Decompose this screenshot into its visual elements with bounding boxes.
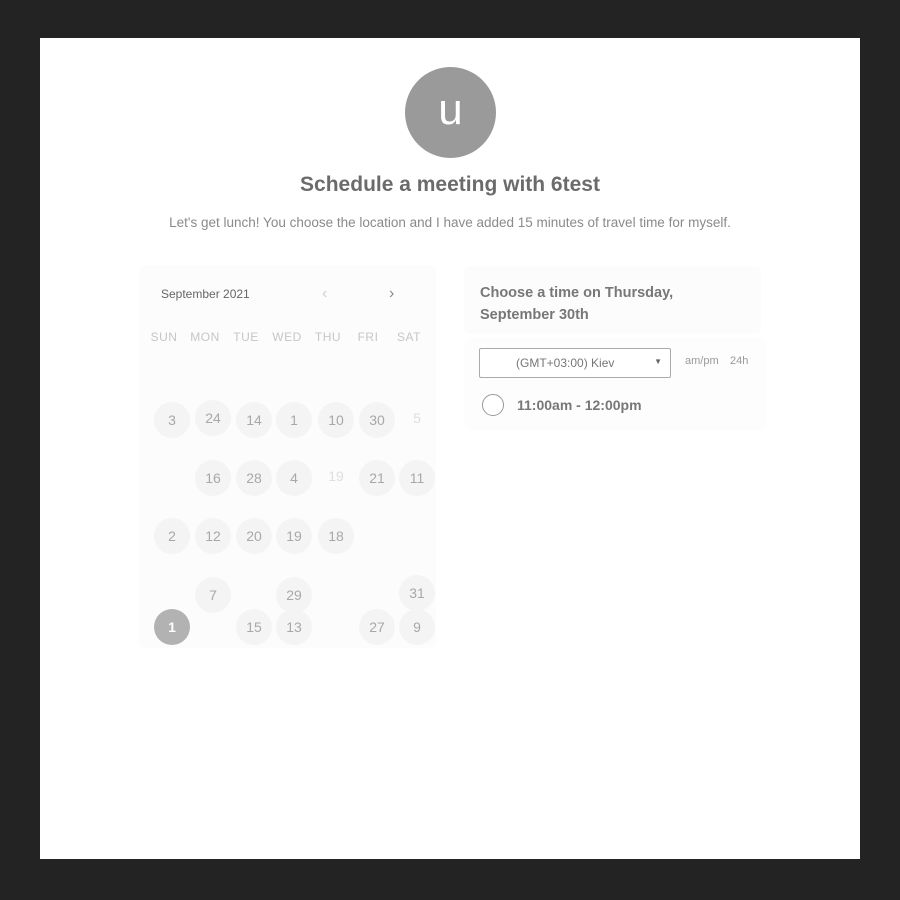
calendar-day[interactable]: 2	[154, 518, 190, 554]
calendar-day[interactable]: 18	[318, 518, 354, 554]
calendar-day[interactable]: 19	[276, 518, 312, 554]
weekday-sat: SAT	[397, 330, 421, 344]
calendar-day[interactable]: 7	[195, 577, 231, 613]
calendar-day[interactable]: 13	[276, 609, 312, 645]
scheduling-card: u Schedule a meeting with 6test Let's ge…	[40, 38, 860, 859]
format-24h-toggle[interactable]: 24h	[730, 355, 748, 367]
calendar-day[interactable]: 21	[359, 460, 395, 496]
timezone-select[interactable]: (GMT+03:00) Kiev ▼	[479, 348, 671, 378]
weekday-wed: WED	[272, 330, 302, 344]
calendar-day-selected[interactable]: 1	[154, 609, 190, 645]
calendar-day[interactable]: 30	[359, 402, 395, 438]
calendar-day-empty	[359, 577, 395, 613]
weekday-mon: MON	[190, 330, 220, 344]
calendar-day[interactable]: 31	[399, 575, 435, 611]
calendar-day[interactable]: 12	[195, 518, 231, 554]
time-panel-title: Choose a time on Thursday, September 30t…	[480, 285, 674, 323]
avatar: u	[405, 67, 496, 158]
weekday-sun: SUN	[150, 330, 178, 344]
calendar-day-empty	[154, 460, 190, 496]
page-title: Schedule a meeting with 6test	[300, 173, 600, 196]
radio-button[interactable]	[482, 394, 504, 416]
calendar-month-label: September 2021	[161, 287, 250, 301]
calendar-day-empty	[236, 577, 272, 613]
calendar-day[interactable]: 14	[236, 402, 272, 438]
calendar-day[interactable]: 20	[236, 518, 272, 554]
calendar-day-empty	[195, 609, 231, 645]
calendar-day-empty	[399, 518, 435, 554]
calendar-day-empty	[359, 518, 395, 554]
time-slot-label: 11:00am - 12:00pm	[517, 397, 642, 413]
time-panel-header: Choose a time on Thursday, September 30t…	[464, 266, 761, 334]
calendar-day[interactable]: 5	[399, 400, 435, 436]
weekday-fri: FRI	[357, 330, 379, 344]
chevron-left-icon[interactable]: ‹	[322, 285, 327, 303]
calendar-day[interactable]: 19	[318, 458, 354, 494]
calendar-day[interactable]: 1	[276, 402, 312, 438]
chevron-right-icon[interactable]: ›	[389, 285, 394, 303]
calendar-day[interactable]: 11	[399, 460, 435, 496]
calendar-day[interactable]: 10	[318, 402, 354, 438]
time-slot[interactable]: 11:00am - 12:00pm	[482, 394, 752, 418]
calendar-day-empty	[318, 609, 354, 645]
caret-down-icon: ▼	[654, 357, 662, 366]
calendar-day[interactable]: 4	[276, 460, 312, 496]
weekday-thu: THU	[314, 330, 342, 344]
timezone-value: (GMT+03:00) Kiev	[516, 356, 615, 370]
calendar-day-empty	[318, 577, 354, 613]
page-description: Let's get lunch! You choose the location…	[169, 215, 731, 230]
calendar-day-empty	[154, 577, 190, 613]
calendar-day[interactable]: 29	[276, 577, 312, 613]
calendar-day[interactable]: 27	[359, 609, 395, 645]
calendar-day[interactable]: 15	[236, 609, 272, 645]
weekday-tue: TUE	[233, 330, 259, 344]
calendar-day[interactable]: 28	[236, 460, 272, 496]
calendar-day[interactable]: 3	[154, 402, 190, 438]
time-panel: (GMT+03:00) Kiev ▼ am/pm 24h 11:00am - 1…	[464, 338, 766, 430]
calendar-day[interactable]: 16	[195, 460, 231, 496]
calendar: September 2021 ‹ › SUN MON TUE WED THU F…	[139, 265, 436, 648]
format-ampm-toggle[interactable]: am/pm	[685, 355, 719, 367]
calendar-day[interactable]: 24	[195, 400, 231, 436]
calendar-day[interactable]: 9	[399, 609, 435, 645]
